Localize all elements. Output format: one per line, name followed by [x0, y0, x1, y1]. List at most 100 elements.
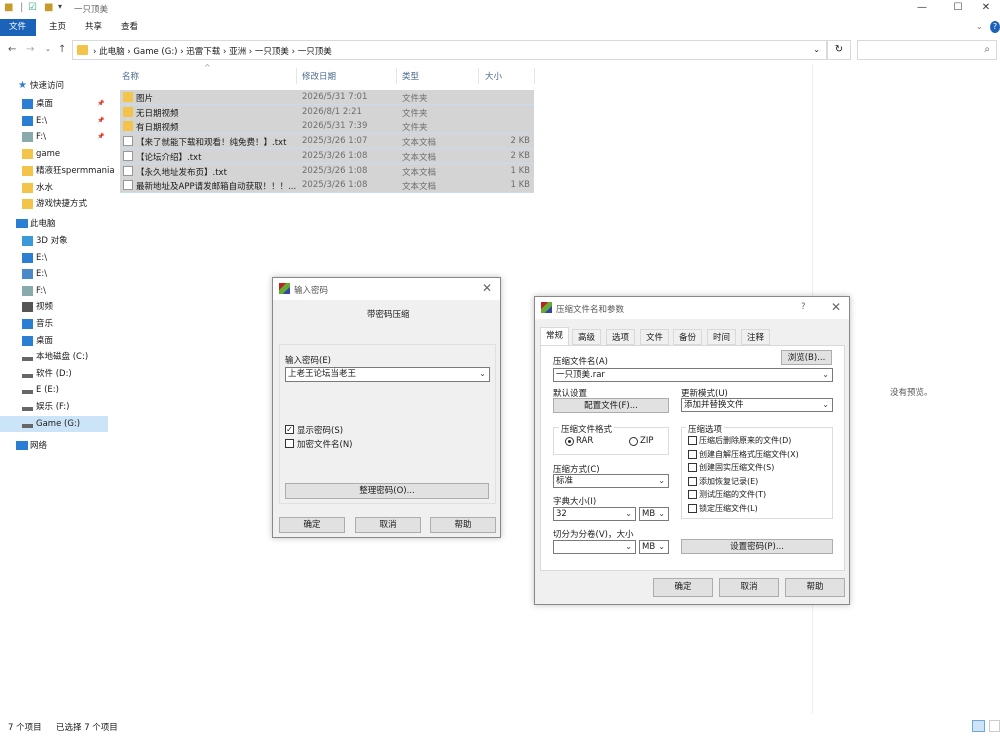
new-folder-icon[interactable]: ■ — [44, 2, 53, 13]
pin-icon[interactable]: 📌 — [97, 96, 104, 112]
nav-item[interactable]: E:\ — [0, 266, 108, 282]
nav-item[interactable]: E (E:) — [0, 382, 108, 398]
nav-item[interactable]: F:\ 📌 — [0, 129, 108, 145]
option-label[interactable]: 压缩后删除原来的文件(D) — [699, 435, 791, 446]
option-label[interactable]: 创建固实压缩文件(S) — [699, 462, 774, 473]
properties-icon[interactable]: ☑ — [28, 2, 37, 13]
zip-label[interactable]: ZIP — [640, 436, 653, 446]
tab-backup[interactable]: 备份 — [673, 329, 703, 345]
show-password-label[interactable]: 显示密码(S) — [297, 424, 343, 436]
chevron-down-icon[interactable]: ⌄ — [658, 508, 665, 520]
option-label[interactable]: 锁定压缩文件(L) — [699, 503, 758, 514]
chevron-down-icon[interactable]: ⌄ — [658, 475, 665, 487]
tab-share[interactable]: 共享 — [76, 19, 111, 36]
split-size-field[interactable]: ⌄ — [553, 540, 636, 554]
nav-item[interactable]: 水水 — [0, 180, 108, 196]
nav-item[interactable]: E:\ 📌 — [0, 113, 108, 129]
recent-dropdown-icon[interactable]: ⌄ — [45, 45, 51, 53]
tab-general[interactable]: 常规 — [540, 327, 570, 345]
help-button[interactable]: 帮助 — [785, 578, 845, 597]
chevron-down-icon[interactable]: ⌄ — [625, 508, 632, 520]
chevron-down-icon[interactable]: ⌄ — [658, 541, 665, 553]
split-unit-select[interactable]: MB ⌄ — [639, 540, 669, 554]
option-label[interactable]: 测试压缩的文件(T) — [699, 489, 766, 500]
address-dropdown-icon[interactable]: ⌄ — [813, 45, 820, 54]
cancel-button[interactable]: 取消 — [719, 578, 779, 597]
pin-icon[interactable]: 📌 — [97, 129, 104, 145]
file-row[interactable]: 最新地址及APP请发邮箱自动获取！！！.... 2025/3/26 1:08 文本文… — [120, 178, 534, 194]
chevron-down-icon[interactable]: ⌄ — [822, 399, 829, 411]
tab-time[interactable]: 时间 — [707, 329, 737, 345]
nav-item[interactable]: 娱乐 (F:) — [0, 399, 108, 415]
help-icon[interactable]: ? — [801, 302, 806, 312]
option-checkbox[interactable] — [688, 449, 697, 459]
column-divider[interactable] — [296, 68, 297, 84]
password-field[interactable]: 上老王论坛当老王 ⌄ — [285, 367, 490, 382]
option-checkbox[interactable] — [688, 436, 697, 445]
column-header-type[interactable]: 类型 — [402, 70, 419, 82]
option-checkbox[interactable] — [688, 476, 697, 486]
option-checkbox[interactable] — [688, 490, 697, 500]
up-icon[interactable]: ↑ — [58, 44, 66, 55]
refresh-button[interactable]: ↻ — [827, 40, 851, 60]
archive-name-field[interactable]: 一只顶美.rar ⌄ — [553, 368, 833, 382]
nav-network[interactable]: 网络 — [0, 438, 108, 454]
ok-button[interactable]: 确定 — [653, 578, 713, 597]
column-header-name[interactable]: 名称 — [122, 70, 139, 82]
column-divider[interactable] — [478, 68, 479, 84]
file-row[interactable]: 【来了就能下载和观看！纯免费！】.txt 2025/3/26 1:07 文本文档 2 … — [120, 134, 534, 150]
nav-item[interactable]: 3D 对象 — [0, 233, 108, 249]
nav-item[interactable]: game — [0, 146, 108, 162]
chevron-down-icon[interactable]: ⌄ — [479, 368, 486, 380]
column-header-date[interactable]: 修改日期 — [302, 70, 336, 82]
large-icons-view-icon[interactable] — [989, 720, 1000, 732]
file-row[interactable]: 图片 2026/5/31 7:01 文件夹 — [120, 90, 534, 105]
close-icon[interactable]: ✕ — [831, 300, 841, 314]
method-select[interactable]: 标准 ⌄ — [553, 474, 669, 488]
dictionary-unit-select[interactable]: MB ⌄ — [639, 507, 669, 521]
nav-item[interactable]: 桌面 — [0, 333, 108, 349]
column-divider[interactable] — [534, 68, 535, 84]
column-divider[interactable] — [396, 68, 397, 84]
tab-view[interactable]: 查看 — [112, 19, 147, 36]
set-password-button[interactable]: 设置密码(P)... — [681, 539, 833, 554]
quick-access-dropdown-icon[interactable]: ▾ — [58, 2, 62, 11]
chevron-down-icon[interactable]: ⌄ — [822, 369, 829, 381]
help-button[interactable]: 帮助 — [430, 517, 496, 533]
close-icon[interactable]: ✕ — [482, 281, 492, 295]
file-row[interactable]: 无日期视频 2026/8/1 2:21 文件夹 — [120, 104, 534, 120]
cancel-button[interactable]: 取消 — [355, 517, 421, 533]
nav-item[interactable]: 精液狂spermmania — [0, 163, 115, 179]
dictionary-select[interactable]: 32 ⌄ — [553, 507, 636, 521]
option-checkbox[interactable] — [688, 463, 697, 473]
file-row[interactable]: 【论坛介绍】.txt 2025/3/26 1:08 文本文档 2 KB — [120, 148, 534, 164]
browse-button[interactable]: 浏览(B)... — [781, 350, 832, 365]
nav-item[interactable]: 软件 (D:) — [0, 366, 108, 382]
update-mode-select[interactable]: 添加并替换文件 ⌄ — [681, 398, 833, 412]
ribbon-expand-icon[interactable]: ⌄ — [976, 22, 983, 31]
organize-passwords-button[interactable]: 整理密码(O)... — [285, 483, 489, 499]
show-password-checkbox[interactable]: ✓ — [285, 425, 294, 434]
nav-item[interactable]: 游戏快捷方式 — [0, 196, 108, 212]
nav-item[interactable]: Game (G:) — [0, 415, 108, 432]
encrypt-names-checkbox[interactable] — [285, 439, 294, 448]
encrypt-names-label[interactable]: 加密文件名(N) — [297, 438, 353, 450]
nav-this-pc[interactable]: 此电脑 — [0, 216, 108, 232]
ok-button[interactable]: 确定 — [279, 517, 345, 533]
column-header-size[interactable]: 大小 — [485, 70, 502, 82]
nav-item[interactable]: E:\ — [0, 250, 108, 266]
tab-home[interactable]: 主页 — [40, 19, 75, 36]
chevron-down-icon[interactable]: ⌄ — [625, 541, 632, 553]
nav-item[interactable]: 视频 — [0, 299, 108, 315]
tab-advanced[interactable]: 高级 — [572, 329, 602, 345]
back-icon[interactable]: ← — [8, 44, 16, 55]
tab-file[interactable]: 文件 — [0, 19, 36, 36]
help-icon[interactable]: ? — [990, 21, 1000, 33]
nav-item[interactable]: 本地磁盘 (C:) — [0, 349, 108, 365]
nav-item[interactable]: 桌面 📌 — [0, 96, 108, 112]
nav-quick-access[interactable]: ★ 快速访问 — [0, 78, 108, 94]
file-row[interactable]: 【永久地址发布页】.txt 2025/3/26 1:08 文本文档 1 KB — [120, 163, 534, 179]
file-row[interactable]: 有日期视频 2026/5/31 7:39 文件夹 — [120, 119, 534, 135]
forward-icon[interactable]: → — [26, 44, 34, 55]
breadcrumb[interactable]: › 此电脑 › Game (G:) › 迅雷下载 › 亚洲 › 一只顶美 › 一… — [93, 45, 332, 57]
